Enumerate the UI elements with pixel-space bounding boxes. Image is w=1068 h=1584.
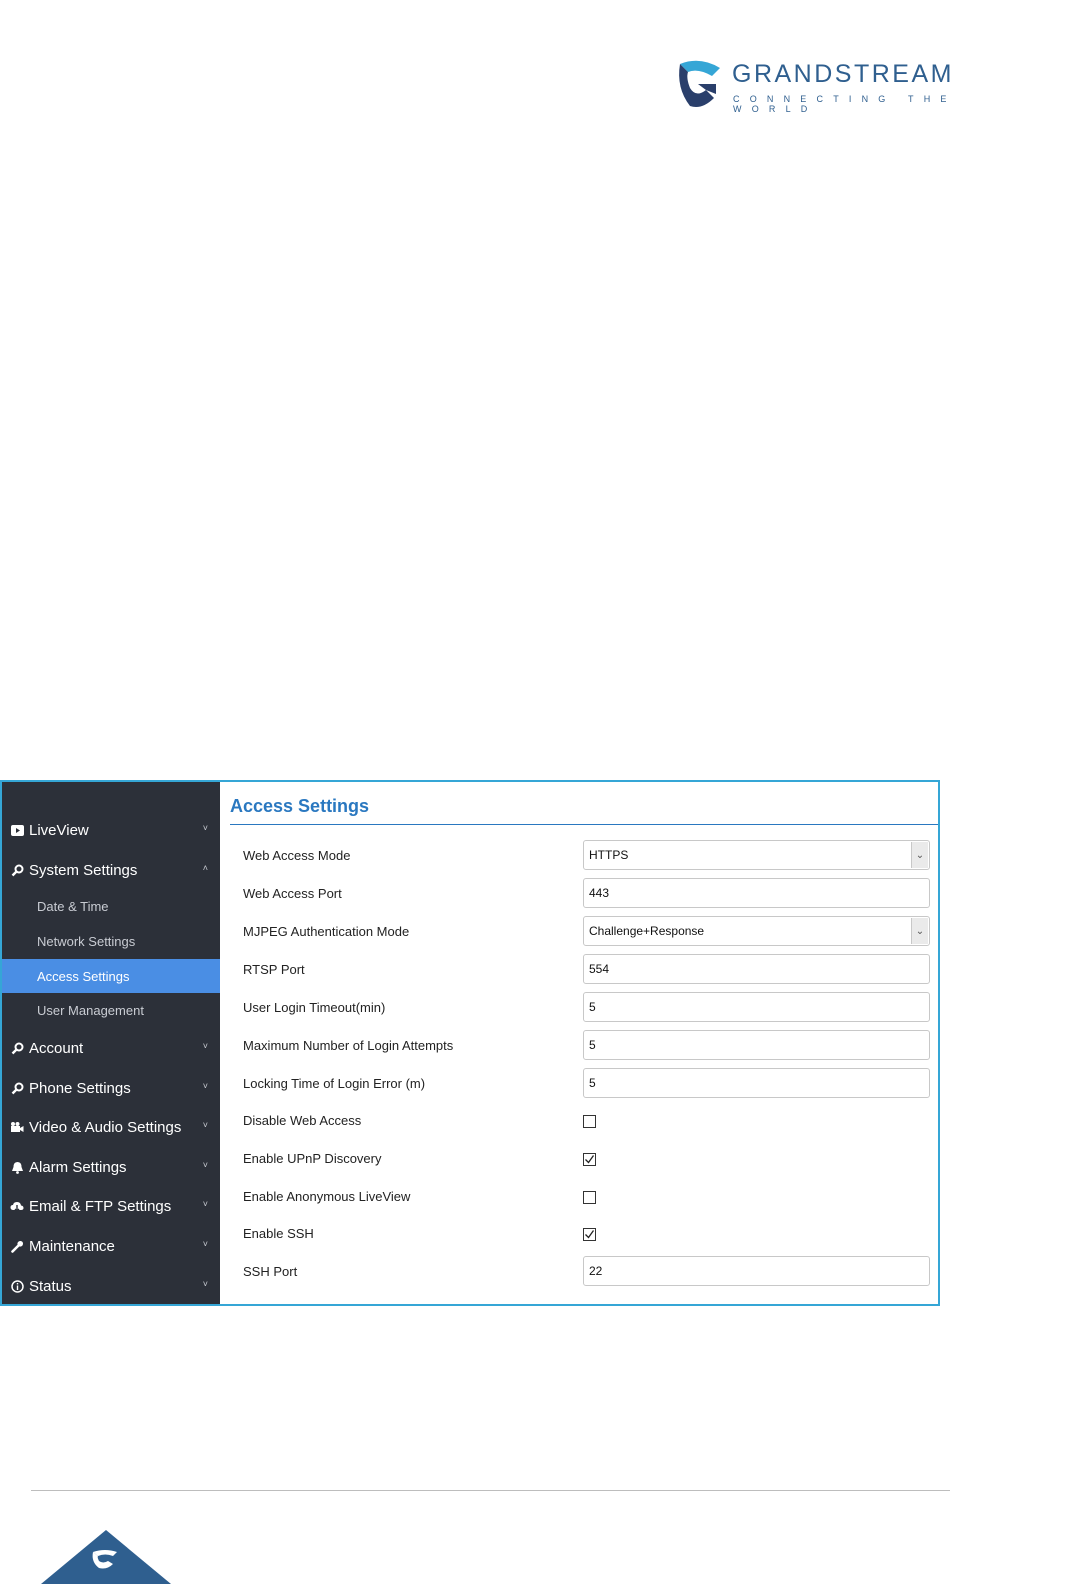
info-icon (10, 1279, 24, 1293)
sidebar-item-email-ftp-settings[interactable]: Email & FTP Settings ˅ (2, 1188, 220, 1224)
max-login-attempts-input[interactable]: 5 (583, 1030, 930, 1060)
play-icon (10, 823, 24, 837)
chevron-down-icon: ˅ (202, 1160, 208, 1170)
grandstream-footer-icon (41, 1530, 171, 1584)
page-title: Access Settings (230, 796, 370, 816)
sidebar-item-label: Video & Audio Settings (29, 1118, 182, 1136)
sidebar-item-label: System Settings (29, 861, 138, 879)
brand-name: GRANDSTREAM (732, 60, 954, 88)
disable-web-access-label: Disable Web Access (243, 1113, 362, 1128)
select-value: Challenge+Response (589, 924, 705, 938)
sidebar-item-label: Alarm Settings (29, 1158, 127, 1176)
sidebar-item-label: LiveView (29, 821, 89, 839)
main-panel: Access Settings Web Access Mode HTTPS ⌄ … (220, 782, 938, 1304)
sidebar-subitem-date-time[interactable]: Date & Time (2, 889, 220, 923)
chevron-down-icon: ˅ (202, 1081, 208, 1091)
rtsp-port-input[interactable]: 554 (583, 954, 930, 984)
gear-icon (10, 863, 24, 877)
rtsp-port-label: RTSP Port (243, 962, 305, 977)
settings-screenshot: LiveView ˅ System Settings ˄ Date & Time… (0, 780, 940, 1306)
chevron-down-icon: ˅ (202, 1120, 208, 1130)
sidebar-item-liveview[interactable]: LiveView ˅ (2, 812, 220, 848)
sidebar-item-alarm-settings[interactable]: Alarm Settings ˅ (2, 1149, 220, 1185)
grandstream-logo-icon (679, 60, 720, 107)
locking-time-label: Locking Time of Login Error (m) (243, 1076, 426, 1091)
sidebar-subitem-access-settings[interactable]: Access Settings (2, 959, 220, 993)
sidebar-item-maintenance[interactable]: Maintenance ˅ (2, 1228, 220, 1264)
enable-anonymous-liveview-checkbox[interactable] (583, 1191, 596, 1204)
mjpeg-auth-mode-select[interactable]: Challenge+Response ⌄ (583, 916, 930, 946)
sidebar-item-account[interactable]: Account ˅ (2, 1030, 220, 1066)
web-access-mode-select[interactable]: HTTPS ⌄ (583, 840, 930, 870)
chevron-down-icon: ˅ (202, 1279, 208, 1289)
sidebar-subitem-user-management[interactable]: User Management (2, 993, 220, 1027)
chevron-down-icon[interactable]: ⌄ (911, 842, 928, 868)
chevron-down-icon: ˅ (202, 823, 208, 833)
grandstream-logo: GRANDSTREAM CONNECTING THE WORLD (676, 58, 1006, 114)
sidebar-item-label: Phone Settings (29, 1079, 131, 1097)
disable-web-access-checkbox[interactable] (583, 1115, 596, 1128)
chevron-down-icon: ˅ (202, 1199, 208, 1209)
sidebar-item-video-audio-settings[interactable]: Video & Audio Settings ˅ (2, 1109, 220, 1145)
checkmark-icon (585, 1230, 595, 1239)
web-access-port-label: Web Access Port (243, 886, 342, 901)
sidebar-subitem-label: Access Settings (37, 968, 130, 984)
chevron-down-icon: ˅ (202, 1041, 208, 1051)
ssh-port-label: SSH Port (243, 1264, 298, 1279)
sidebar-item-phone-settings[interactable]: Phone Settings ˅ (2, 1070, 220, 1106)
chevron-down-icon: ˅ (202, 1239, 208, 1249)
web-access-mode-label: Web Access Mode (243, 848, 351, 863)
chevron-down-icon[interactable]: ⌄ (911, 918, 928, 944)
sidebar-item-label: Maintenance (29, 1237, 115, 1255)
cloud-icon (10, 1199, 24, 1213)
bell-icon (10, 1160, 24, 1174)
locking-time-input[interactable]: 5 (583, 1068, 930, 1098)
ssh-port-input[interactable]: 22 (583, 1256, 930, 1286)
sidebar-subitem-network-settings[interactable]: Network Settings (2, 924, 220, 958)
login-timeout-label: User Login Timeout(min) (243, 1000, 386, 1015)
checkmark-icon (585, 1155, 595, 1164)
sidebar-item-label: Account (29, 1039, 84, 1057)
sidebar-item-system-settings[interactable]: System Settings ˄ (2, 852, 220, 888)
wrench-icon (10, 1239, 24, 1253)
web-access-port-input[interactable]: 443 (583, 878, 930, 908)
sidebar-subitem-label: Date & Time (37, 898, 109, 914)
sidebar-item-status[interactable]: Status ˅ (2, 1268, 220, 1304)
enable-upnp-checkbox[interactable] (583, 1153, 596, 1166)
sidebar-subitem-label: User Management (37, 1002, 144, 1018)
enable-anonymous-liveview-label: Enable Anonymous LiveView (243, 1189, 411, 1204)
max-login-attempts-label: Maximum Number of Login Attempts (243, 1038, 454, 1053)
sidebar: LiveView ˅ System Settings ˄ Date & Time… (2, 782, 220, 1304)
sidebar-item-label: Email & FTP Settings (29, 1197, 172, 1215)
camera-icon (10, 1120, 24, 1134)
mjpeg-auth-mode-label: MJPEG Authentication Mode (243, 924, 410, 939)
select-value: HTTPS (589, 848, 629, 862)
gear-icon (10, 1081, 24, 1095)
enable-upnp-label: Enable UPnP Discovery (243, 1151, 382, 1166)
title-divider (230, 824, 938, 825)
enable-ssh-label: Enable SSH (243, 1226, 314, 1241)
sidebar-item-label: Status (29, 1277, 72, 1295)
brand-tagline: CONNECTING THE WORLD (733, 94, 957, 114)
login-timeout-input[interactable]: 5 (583, 992, 930, 1022)
enable-ssh-checkbox[interactable] (583, 1228, 596, 1241)
gear-icon (10, 1041, 24, 1055)
chevron-up-icon: ˄ (202, 863, 208, 873)
footer-divider (31, 1490, 950, 1491)
sidebar-subitem-label: Network Settings (37, 933, 136, 949)
